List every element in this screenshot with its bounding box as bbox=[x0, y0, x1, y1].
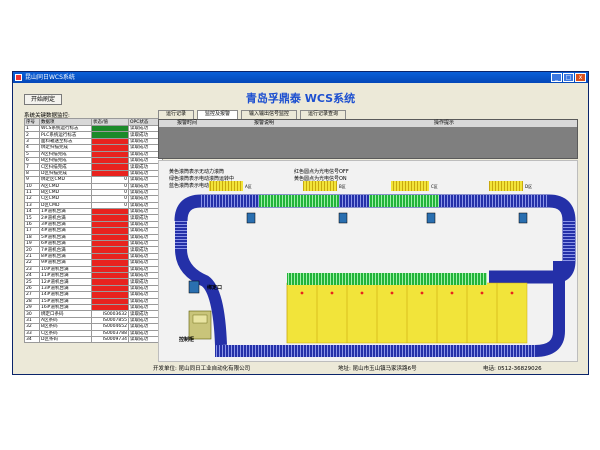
photo-eye-dot bbox=[420, 291, 424, 295]
zone-a-label: A区 bbox=[245, 184, 252, 189]
table-cell-name: D区条码 bbox=[39, 335, 92, 344]
scanner-4-icon bbox=[518, 212, 528, 224]
cabinet-panel-icon bbox=[192, 314, 208, 324]
left-conveyor bbox=[175, 219, 187, 249]
monitor-col-header: 数据项 bbox=[39, 118, 92, 126]
alarm-list: 报警时间 报警说明 操作提示 bbox=[158, 119, 578, 159]
conveyor-layout bbox=[174, 181, 576, 357]
top-conveyor-running-2 bbox=[369, 195, 439, 207]
scanner-3-icon bbox=[426, 212, 436, 224]
tab-0[interactable]: 运行记录 bbox=[158, 110, 195, 119]
photo-eye-dot bbox=[300, 291, 304, 295]
monitor-col-header: 状态/值 bbox=[91, 118, 129, 126]
photo-eye-dot bbox=[330, 291, 334, 295]
alarm-col-action: 操作提示 bbox=[434, 120, 455, 126]
window-title: 昆山同日WCS系统 bbox=[25, 74, 75, 81]
middle-conveyor bbox=[287, 273, 487, 285]
footer-address: 地址: 昆山市玉山镇马家浜路6号 bbox=[338, 366, 417, 372]
spur-b bbox=[303, 181, 337, 191]
photo-eye-dot bbox=[510, 291, 514, 295]
close-button[interactable]: x bbox=[575, 73, 586, 82]
tab-2[interactable]: 输入输出信号监控 bbox=[241, 110, 298, 119]
monitor-col-header: 序号 bbox=[24, 118, 40, 126]
monitor-table: 序号 数据项 状态/值 OPC状态 1 WCS系统运行标志 读取成功 2 PLC系统运行标志 读取… bbox=[24, 118, 163, 344]
right-conveyor bbox=[563, 219, 575, 261]
tab-3[interactable]: 运行记录查询 bbox=[300, 110, 347, 119]
footer-phone: 电话: 0512-36829026 bbox=[483, 366, 542, 372]
scanner-1-icon bbox=[246, 212, 256, 224]
alarm-col-desc: 报警说明 bbox=[254, 120, 275, 126]
zone-c-label: C区 bbox=[431, 184, 438, 189]
control-cabinet-label: 控制柜 bbox=[179, 337, 195, 343]
app-icon bbox=[15, 74, 22, 81]
monitor-header-row: 序号 数据项 状态/值 OPC状态 bbox=[24, 118, 163, 126]
zone-d-label: D区 bbox=[525, 184, 533, 189]
app-window: 昆山同日WCS系统 _ □ x 开始刷定 青岛孚鼎泰 WCS系统 系统关键数据监… bbox=[12, 71, 589, 375]
tab-1[interactable]: 监控及报警 bbox=[197, 110, 239, 119]
photo-eye-dot bbox=[360, 291, 364, 295]
tab-bar: 运行记录 监控及报警 输入输出信号监控 运行记录查询 bbox=[158, 110, 349, 119]
spur-a bbox=[209, 181, 243, 191]
zone-b-label: B区 bbox=[339, 184, 346, 189]
bind-port-scanner-icon bbox=[188, 280, 200, 294]
maximize-button[interactable]: □ bbox=[563, 73, 574, 82]
top-conveyor-running-1 bbox=[259, 195, 339, 207]
photo-eye-dot bbox=[450, 291, 454, 295]
alarm-col-time: 报警时间 bbox=[177, 120, 198, 126]
alarm-header: 报警时间 报警说明 操作提示 bbox=[159, 120, 577, 127]
photo-eye-dot bbox=[480, 291, 484, 295]
minimize-button[interactable]: _ bbox=[551, 73, 562, 82]
bottom-conveyor bbox=[215, 345, 535, 357]
scanner-2-icon bbox=[338, 212, 348, 224]
app-title: 青岛孚鼎泰 WCS系统 bbox=[245, 92, 356, 105]
loop-outline bbox=[174, 194, 576, 284]
photo-eye-dot bbox=[390, 291, 394, 295]
bind-port-label: 绑定口 bbox=[207, 285, 223, 291]
footer-developer: 开发单位: 昆山同日工业自动化有限公司 bbox=[153, 366, 251, 372]
table-row[interactable]: 34 D区条码 IS0009734 读取成功 bbox=[24, 335, 163, 344]
title-bar: 昆山同日WCS系统 _ □ x bbox=[13, 72, 588, 83]
spur-d bbox=[489, 181, 523, 191]
spur-c bbox=[391, 181, 429, 191]
table-cell-status: IS0009734 bbox=[91, 335, 129, 344]
table-cell-no: 34 bbox=[24, 335, 40, 344]
conveyor-scene: 黄色滚筒表示无动力滚筒 绿色滚筒表示电动滚筒运转中 蓝色滚筒表示电动滚筒停止 红… bbox=[158, 160, 578, 362]
